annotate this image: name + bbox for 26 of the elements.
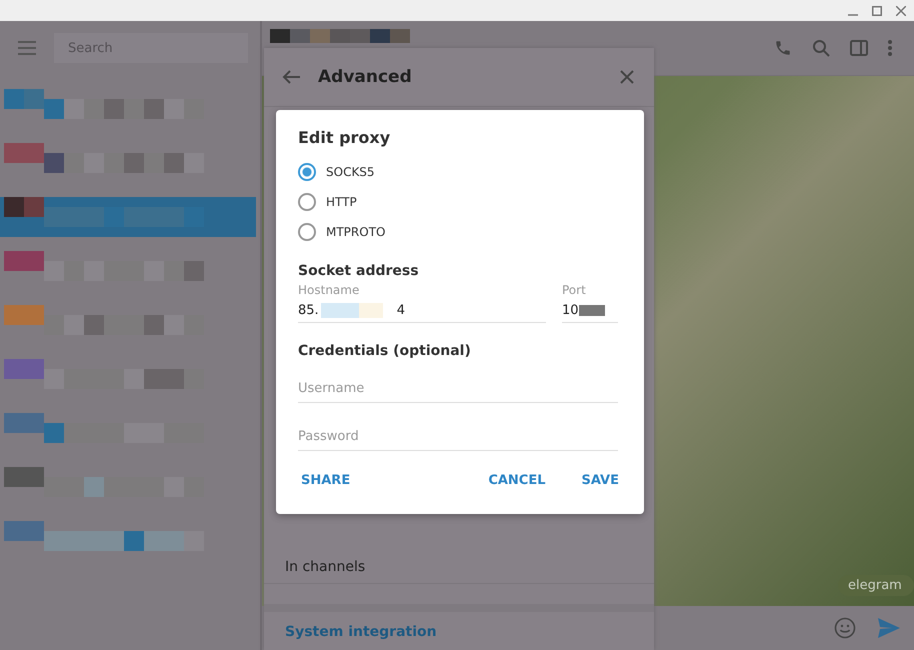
more-icon[interactable] — [888, 40, 892, 56]
close-icon[interactable] — [620, 70, 634, 84]
sidebar-toggle-icon[interactable] — [850, 40, 868, 56]
dialog-title: Edit proxy — [298, 128, 392, 147]
section-heading: Socket address — [298, 263, 420, 279]
emoji-icon[interactable] — [834, 617, 856, 639]
section-heading: Credentials (optional) — [298, 343, 472, 359]
close-icon[interactable] — [896, 6, 906, 16]
radio-button[interactable] — [298, 223, 316, 241]
service-message: elegram — [838, 575, 914, 596]
port-field[interactable]: Port 10 — [562, 283, 618, 323]
menu-icon[interactable] — [18, 41, 36, 55]
send-icon[interactable] — [878, 618, 900, 638]
hostname-field[interactable]: Hostname 85. 4 — [298, 283, 546, 323]
option-label[interactable]: SOCKS5 — [326, 165, 375, 179]
pixelated-chat-item[interactable] — [0, 197, 256, 237]
panel-title: Advanced — [318, 67, 413, 87]
radio-button[interactable] — [298, 193, 316, 211]
maximize-icon[interactable] — [872, 6, 882, 16]
radio-button[interactable] — [298, 163, 316, 181]
back-arrow-icon[interactable] — [282, 70, 300, 84]
search-icon[interactable] — [812, 39, 830, 57]
option-label[interactable]: HTTP — [326, 195, 357, 209]
option-label[interactable]: MTPROTO — [326, 225, 386, 239]
phone-icon[interactable] — [774, 39, 792, 57]
settings-item[interactable]: In channels — [264, 559, 654, 584]
